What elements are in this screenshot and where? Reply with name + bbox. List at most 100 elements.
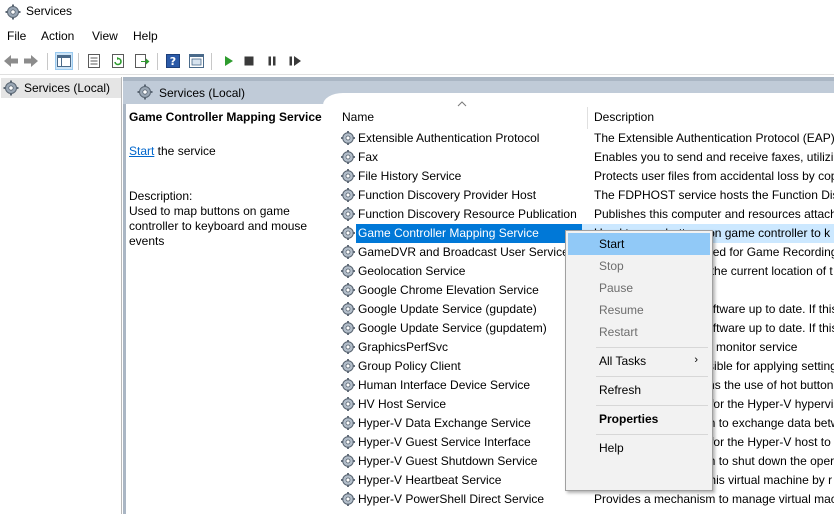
service-name: GraphicsPerfSvc <box>358 340 449 354</box>
service-gear-icon <box>341 131 355 145</box>
toolbar: ? <box>0 47 834 75</box>
service-row[interactable]: Hyper-V PowerShell Direct Service Provide… <box>338 490 834 509</box>
menu-item-refresh[interactable]: Refresh <box>568 379 710 401</box>
menu-item-label: Restart <box>599 325 638 339</box>
service-gear-icon <box>341 321 355 335</box>
start-icon[interactable] <box>219 52 237 70</box>
context-menu: Start Stop Pause Resume Restart All Task… <box>565 230 713 491</box>
service-name: Extensible Authentication Protocol <box>358 131 540 145</box>
menu-item-label: Stop <box>599 259 624 273</box>
service-name: Google Update Service (gupdatem) <box>358 321 547 335</box>
column-header-name[interactable]: Name <box>342 110 374 124</box>
service-gear-icon <box>341 169 355 183</box>
pause-icon[interactable] <box>263 52 281 70</box>
toolbar-separator <box>78 53 79 70</box>
menu-view[interactable]: View <box>92 29 118 43</box>
menu-separator <box>596 434 708 435</box>
service-gear-icon <box>341 492 355 506</box>
service-name: HV Host Service <box>358 397 447 411</box>
menu-help[interactable]: Help <box>133 29 158 43</box>
service-gear-icon <box>341 226 355 240</box>
menu-item-all-tasks[interactable]: All Tasks › <box>568 350 710 372</box>
service-name: Fax <box>358 150 379 164</box>
console-icon[interactable] <box>187 52 205 70</box>
forward-icon[interactable] <box>22 52 40 70</box>
frame-header-title: Services (Local) <box>159 86 246 100</box>
tree-item-label: Services (Local) <box>24 81 111 95</box>
show-tree-icon[interactable] <box>55 52 73 70</box>
refresh-icon[interactable] <box>109 52 127 70</box>
service-description: Enables you to send and receive faxes, u… <box>594 150 834 164</box>
menu-item-label: Refresh <box>599 383 642 397</box>
service-gear-icon <box>341 416 355 430</box>
start-the-service: Start the service <box>129 144 216 158</box>
service-gear-icon <box>341 150 355 164</box>
service-gear-icon <box>341 188 355 202</box>
service-gear-icon <box>341 397 355 411</box>
start-suffix-text: the service <box>154 144 216 158</box>
service-name: Google Update Service (gupdate) <box>358 302 537 316</box>
menu-item-label: All Tasks <box>599 354 647 368</box>
stop-icon[interactable] <box>240 52 258 70</box>
submenu-arrow-icon: › <box>694 354 698 366</box>
tab-curve <box>323 93 834 105</box>
description-text: Used to map buttons on game controller t… <box>129 204 308 248</box>
column-divider[interactable] <box>587 107 588 129</box>
service-row[interactable]: File History Service Protects user files … <box>338 167 834 186</box>
service-description: The Extensible Authentication Protocol (… <box>594 131 834 145</box>
service-name: Human Interface Device Service <box>358 378 531 392</box>
service-name: Geolocation Service <box>358 264 466 278</box>
start-service-link[interactable]: Start <box>129 144 154 158</box>
service-row[interactable]: Function Discovery Resource Publication P… <box>338 205 834 224</box>
toolbar-separator <box>47 53 48 70</box>
service-name: Group Policy Client <box>358 359 461 373</box>
menu-item-label: Properties <box>599 412 659 426</box>
restart-icon[interactable] <box>286 52 304 70</box>
menu-bar: File Action View Help <box>0 26 834 46</box>
column-header-description[interactable]: Description <box>594 110 654 124</box>
back-icon[interactable] <box>2 52 20 70</box>
service-gear-icon <box>341 264 355 278</box>
menu-action[interactable]: Action <box>41 29 74 43</box>
menu-item-restart: Restart <box>568 321 710 343</box>
service-name: Game Controller Mapping Service <box>358 226 539 240</box>
service-description: Publishes this computer and resources at… <box>594 207 834 221</box>
menu-item-help[interactable]: Help <box>568 437 710 459</box>
service-name: Hyper-V Guest Shutdown Service <box>358 454 538 468</box>
frame-left-edge <box>123 104 126 514</box>
service-gear-icon <box>341 207 355 221</box>
service-gear-icon <box>341 302 355 316</box>
service-name: Hyper-V PowerShell Direct Service <box>358 492 545 506</box>
service-row[interactable]: Fax Enables you to send and receive faxes… <box>338 148 834 167</box>
menu-item-label: Start <box>599 237 625 251</box>
selected-service-title: Game Controller Mapping Service <box>129 110 322 124</box>
service-row[interactable]: Extensible Authentication Protocol The Ex… <box>338 129 834 148</box>
service-row[interactable]: Function Discovery Provider Host The FDPH… <box>338 186 834 205</box>
menu-item-resume: Resume <box>568 299 710 321</box>
description-label: Description: <box>129 189 193 203</box>
export-icon[interactable] <box>133 52 151 70</box>
properties-icon[interactable] <box>85 52 103 70</box>
service-gear-icon <box>341 245 355 259</box>
service-description: Provides a mechanism to manage virtual m… <box>594 492 834 506</box>
service-gear-icon <box>341 340 355 354</box>
menu-item-pause: Pause <box>568 277 710 299</box>
help-icon[interactable]: ? <box>164 52 182 70</box>
menu-separator <box>596 405 708 406</box>
extended-description-pane: Game Controller Mapping Service Start th… <box>129 110 329 248</box>
console-tree: Services (Local) <box>0 77 122 514</box>
menu-file[interactable]: File <box>7 29 26 43</box>
tree-item-services-local[interactable]: Services (Local) <box>1 78 121 98</box>
service-name: Hyper-V Guest Service Interface <box>358 435 531 449</box>
service-gear-icon <box>341 378 355 392</box>
service-name: Hyper-V Heartbeat Service <box>358 473 502 487</box>
service-gear-icon <box>341 473 355 487</box>
service-name: File History Service <box>358 169 462 183</box>
menu-item-properties[interactable]: Properties <box>568 408 710 430</box>
title-bar: Services <box>0 0 834 24</box>
menu-item-label: Help <box>599 441 624 455</box>
menu-item-start[interactable]: Start <box>568 233 710 255</box>
menu-separator <box>596 376 708 377</box>
service-description: The FDPHOST service hosts the Function D… <box>594 188 834 202</box>
services-gear-icon <box>137 84 153 100</box>
